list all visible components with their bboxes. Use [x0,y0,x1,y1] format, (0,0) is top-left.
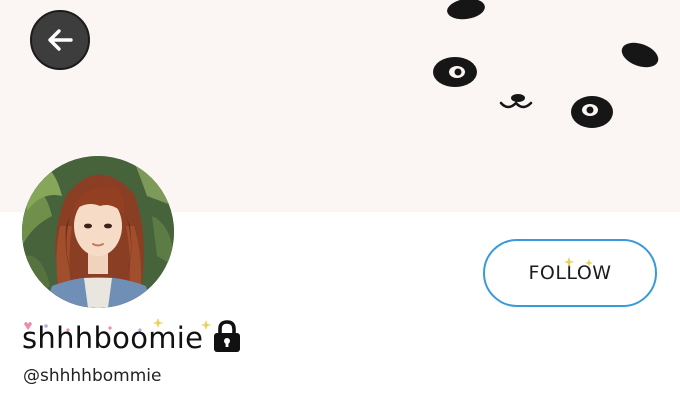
display-name: shhhboomie [22,321,204,355]
lock-icon [211,319,243,358]
profile-handle: @shhhhbommie [23,366,162,386]
arrow-left-icon [48,29,73,51]
profile-name-row: shhhboomie [22,316,243,360]
follow-button[interactable]: FOLLOW [483,239,657,307]
sparkle-decoration-icon [563,257,593,267]
avatar[interactable] [22,156,174,308]
profile-photo [22,156,174,308]
back-button[interactable] [30,10,90,70]
